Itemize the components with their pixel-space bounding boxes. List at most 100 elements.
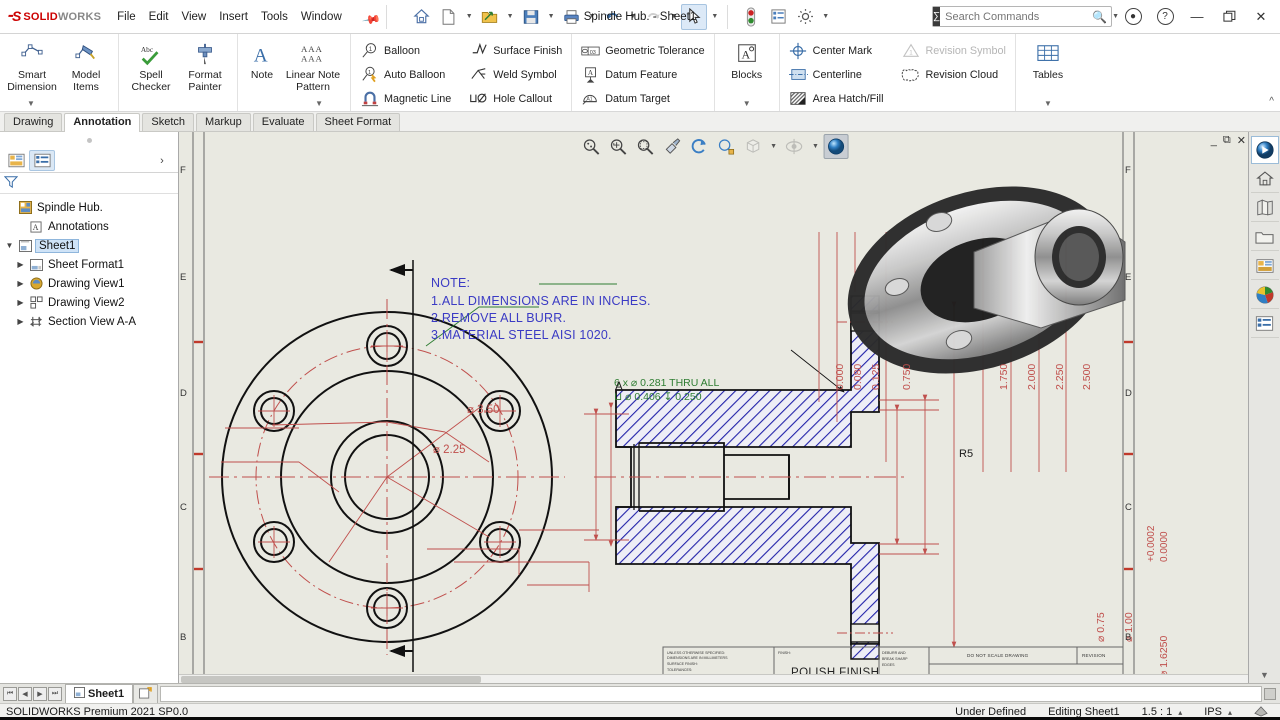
account-icon[interactable]: ● (1118, 2, 1148, 32)
tree-item-drawing-view1[interactable]: ▶ Drawing View1 (4, 274, 178, 293)
open-caret-icon[interactable]: ▼ (504, 13, 517, 20)
blocks-button[interactable]: A Blocks (720, 37, 774, 81)
add-sheet-button[interactable] (133, 684, 158, 703)
menu-edit[interactable]: Edit (149, 11, 169, 23)
expand-arrow-icon[interactable]: ▶ (15, 298, 26, 307)
panel-expand-icon[interactable]: › (149, 150, 175, 171)
dim-dia-2-25[interactable]: ⌀ 2.25 (433, 442, 466, 456)
nav-next-button[interactable]: ▶ (33, 687, 47, 701)
undo-icon[interactable] (599, 4, 625, 30)
model-items-button[interactable]: Model Items (59, 37, 113, 93)
note-group-caret-icon[interactable]: ▼ (243, 99, 345, 111)
tree-item-drawing-view2[interactable]: ▶ Drawing View2 (4, 293, 178, 312)
help-icon[interactable]: ? (1150, 2, 1180, 32)
search-input[interactable] (940, 11, 1092, 23)
custom-properties-icon[interactable] (1251, 281, 1279, 309)
settings-gear-icon[interactable] (792, 4, 818, 30)
nav-first-button[interactable]: ⏮ (3, 687, 17, 701)
tree-item-spindle-hub[interactable]: Spindle Hub. (4, 198, 178, 217)
filter-bar[interactable] (0, 173, 178, 194)
expand-arrow-icon[interactable]: ▶ (15, 317, 26, 326)
sheet-scale-caret-icon[interactable]: ▴ (1178, 708, 1182, 717)
balloon-button[interactable]: 1 Balloon (356, 39, 455, 62)
zoom-to-fit-icon[interactable] (578, 134, 603, 159)
dim-dia-3-50[interactable]: ⌀ 3.50 (467, 402, 500, 416)
units-caret-icon[interactable]: ▴ (1228, 708, 1232, 717)
new-document-icon[interactable] (436, 4, 462, 30)
ribbon-collapse-icon[interactable]: ^ (1269, 96, 1274, 107)
zoom-in-out-icon[interactable] (632, 134, 657, 159)
nav-prev-button[interactable]: ◀ (18, 687, 32, 701)
menu-file[interactable]: File (117, 11, 136, 23)
options-list-icon[interactable] (765, 4, 791, 30)
linear-note-pattern-button[interactable]: AAAAAA Linear Note Pattern (281, 37, 345, 93)
datum-target-button[interactable]: A1 Datum Target (577, 87, 708, 110)
taskpane-expand-icon[interactable]: ▼ (1260, 670, 1269, 683)
tables-button[interactable]: Tables (1021, 37, 1075, 81)
settings-caret-icon[interactable]: ▼ (819, 13, 832, 20)
auto-balloon-button[interactable]: 1 Auto Balloon (356, 63, 455, 86)
close-button[interactable]: ✕ (1246, 2, 1276, 32)
menu-view[interactable]: View (182, 11, 207, 23)
graphics-horizontal-scrollbar[interactable] (179, 674, 1248, 683)
panel-splitter[interactable] (0, 132, 178, 149)
doc-minimize-button[interactable]: _ (1211, 135, 1217, 147)
feature-manager-icon[interactable] (3, 150, 29, 171)
centerline-button[interactable]: Centerline (785, 63, 888, 86)
sheet-tab-resize-grip[interactable] (1264, 688, 1276, 700)
blocks-group-caret-icon[interactable]: ▼ (720, 99, 774, 111)
filter-icon[interactable] (4, 175, 18, 191)
tree-item-section-view-aa[interactable]: ▶ Section View A-A (4, 312, 178, 331)
tab-markup[interactable]: Markup (196, 113, 251, 131)
save-icon[interactable] (518, 4, 544, 30)
tree-item-sheet1[interactable]: ▼ Sheet1 (4, 236, 178, 255)
tree-item-sheet-format1[interactable]: ▶ Sheet Format1 (4, 255, 178, 274)
search-icon[interactable]: 🔍 (1092, 10, 1109, 24)
nav-last-button[interactable]: ⏭ (48, 687, 62, 701)
open-folder-icon[interactable] (477, 4, 503, 30)
sheet-tab-sheet1[interactable]: Sheet1 (65, 684, 133, 703)
smart-dimension-button[interactable]: Smart Dimension (5, 37, 59, 93)
menu-insert[interactable]: Insert (219, 11, 248, 23)
print-icon[interactable] (559, 4, 585, 30)
section-dim-0-125[interactable]: 0.125 (870, 364, 882, 390)
display-style-caret-icon[interactable]: ▼ (767, 143, 780, 150)
appearances-scenes-icon[interactable] (1251, 252, 1279, 280)
section-dim-2-500[interactable]: 2.500 (1081, 364, 1093, 390)
section-dim-2-250[interactable]: 2.250 (1054, 364, 1066, 390)
doc-restore-button[interactable]: ⧉ (1223, 134, 1231, 147)
section-dim-2-000[interactable]: 2.000 (1026, 364, 1038, 390)
solidworks-resources-icon[interactable] (1251, 136, 1279, 164)
section-dim-0-000[interactable]: 0.000 (834, 364, 846, 390)
dimension-group-caret-icon[interactable]: ▼ (5, 99, 113, 111)
select-caret-icon[interactable]: ▼ (708, 13, 721, 20)
restore-button[interactable] (1214, 2, 1244, 32)
tab-drawing[interactable]: Drawing (4, 113, 62, 131)
property-manager-icon[interactable] (29, 150, 55, 171)
area-hatch-fill-button[interactable]: Area Hatch/Fill (785, 87, 888, 110)
datum-feature-button[interactable]: A Datum Feature (577, 63, 708, 86)
tables-group-caret-icon[interactable]: ▼ (1021, 99, 1075, 111)
design-library-icon[interactable] (1251, 165, 1279, 193)
scrollbar-thumb[interactable] (181, 676, 481, 683)
zoom-to-area-icon[interactable] (605, 134, 630, 159)
menu-window[interactable]: Window (301, 11, 342, 23)
previous-view-icon[interactable] (713, 134, 738, 159)
hide-show-caret-icon[interactable]: ▼ (809, 143, 822, 150)
drawing-sheet-canvas[interactable] (179, 132, 1248, 683)
minimize-button[interactable]: — (1182, 2, 1212, 32)
revision-cloud-button[interactable]: Revision Cloud (897, 63, 1009, 86)
sheet-tab-scroll-area[interactable] (160, 686, 1262, 702)
hide-show-items-icon[interactable] (782, 134, 807, 159)
rotate-view-icon[interactable] (686, 134, 711, 159)
block-library-icon[interactable] (1251, 310, 1279, 338)
section-dim-0-080[interactable]: 0.080 (852, 364, 864, 390)
apply-scene-icon[interactable] (824, 134, 849, 159)
fillet-label-r5[interactable]: R5 (959, 448, 973, 460)
center-mark-button[interactable]: Center Mark (785, 39, 888, 62)
save-caret-icon[interactable]: ▼ (545, 13, 558, 20)
tab-annotation[interactable]: Annotation (64, 113, 140, 132)
tab-sketch[interactable]: Sketch (142, 113, 194, 131)
display-style-icon[interactable] (740, 134, 765, 159)
tab-evaluate[interactable]: Evaluate (253, 113, 314, 131)
